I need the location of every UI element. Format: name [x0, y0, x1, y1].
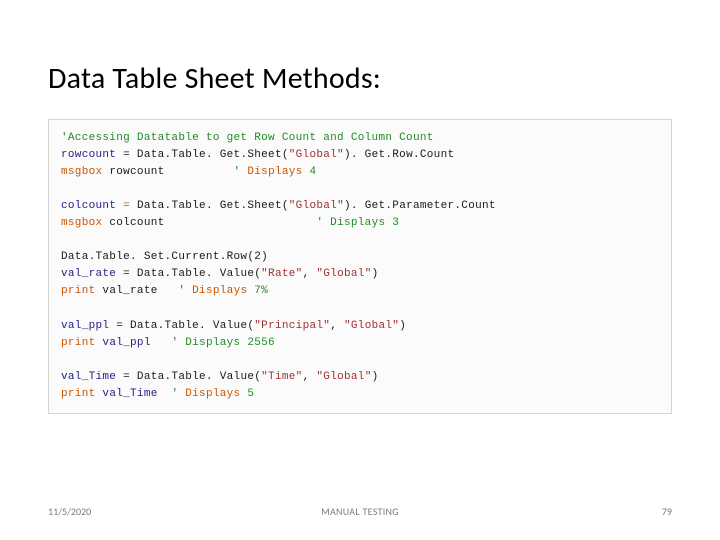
code-token: = Data.Table. Value(	[116, 268, 261, 280]
code-keyword: print	[61, 388, 102, 400]
slide-footer: 11/5/2020 MANUAL TESTING 79	[48, 505, 672, 518]
code-block: 'Accessing Datatable to get Row Count an…	[48, 119, 672, 414]
code-number: 5	[240, 388, 254, 400]
footer-page-number: 79	[662, 505, 672, 518]
slide: Data Table Sheet Methods: 'Accessing Dat…	[0, 0, 720, 540]
code-keyword: msgbox	[61, 217, 102, 229]
code-token: )	[372, 268, 379, 280]
code-token: ). Get.Row.Count	[344, 149, 454, 161]
code-token: Data.Table. Set.Current.Row(2)	[61, 251, 268, 263]
code-token: Data.Table. Get.Sheet(	[137, 200, 289, 212]
code-token: ,	[330, 320, 344, 332]
code-token: ). Get.Parameter.Count	[344, 200, 496, 212]
code-comment: '	[178, 285, 192, 297]
code-string: "Global"	[289, 149, 344, 161]
footer-date: 11/5/2020	[48, 505, 91, 518]
code-token: ,	[303, 268, 317, 280]
code-comment: ' Displays 3	[316, 217, 399, 229]
code-token: =	[109, 320, 130, 332]
code-token: val_rate	[61, 268, 116, 280]
code-token: colcount	[61, 200, 116, 212]
code-string: "Global"	[344, 320, 399, 332]
footer-label: MANUAL TESTING	[48, 505, 672, 518]
code-comment: 'Accessing Datatable to get Row Count an…	[61, 132, 434, 144]
code-token: val_ppl	[61, 320, 109, 332]
code-keyword: print	[61, 337, 102, 349]
code-token: val_ppl	[102, 337, 150, 349]
code-comment: ' Displays 2556	[151, 337, 275, 349]
page-title: Data Table Sheet Methods:	[48, 60, 672, 97]
code-token: val_rate	[96, 285, 179, 297]
code-token: ,	[303, 371, 317, 383]
code-token: )	[372, 371, 379, 383]
code-keyword: msgbox	[61, 166, 102, 178]
code-token: val_Time	[102, 388, 157, 400]
code-token: = Data.Table. Value(	[116, 371, 261, 383]
code-token: colcount	[102, 217, 316, 229]
code-keyword: Displays	[247, 166, 302, 178]
code-token: rowcount	[61, 149, 116, 161]
code-token: val_Time	[61, 371, 116, 383]
code-keyword: Displays	[185, 388, 240, 400]
code-token: )	[399, 320, 406, 332]
code-string: "Global"	[316, 371, 371, 383]
code-string: "Global"	[289, 200, 344, 212]
code-keyword: Displays	[192, 285, 247, 297]
code-string: "Time"	[261, 371, 302, 383]
code-number: 4	[303, 166, 317, 178]
code-string: "Principal"	[254, 320, 330, 332]
code-comment: '	[158, 388, 186, 400]
code-number: 7%	[247, 285, 268, 297]
code-string: "Global"	[316, 268, 371, 280]
code-comment: '	[234, 166, 248, 178]
code-token: rowcount	[102, 166, 233, 178]
code-string: "Rate"	[261, 268, 302, 280]
code-token: =	[116, 200, 137, 212]
code-token: Data.Table. Value(	[130, 320, 254, 332]
code-token: = Data.Table. Get.Sheet(	[116, 149, 289, 161]
code-keyword: print	[61, 285, 96, 297]
